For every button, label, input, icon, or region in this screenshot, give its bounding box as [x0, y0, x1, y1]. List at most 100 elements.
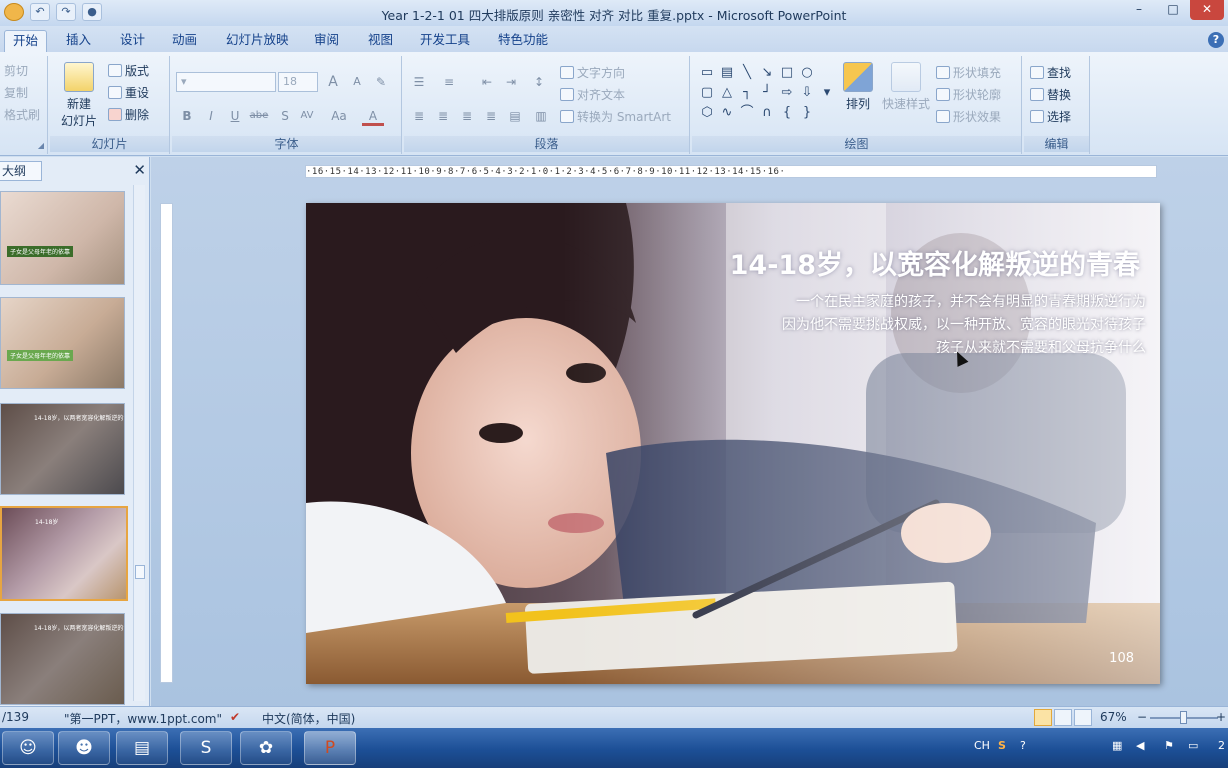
- change-case-button[interactable]: Aa: [328, 106, 350, 126]
- spellcheck-icon[interactable]: ✔: [230, 710, 240, 724]
- reset-button[interactable]: 重设: [108, 84, 149, 101]
- line-spacing-button[interactable]: ↕: [528, 72, 550, 92]
- align-right-button[interactable]: ≣: [456, 106, 478, 126]
- clear-format-button[interactable]: ✎: [370, 72, 392, 92]
- delete-slide-button[interactable]: 删除: [108, 106, 149, 123]
- tab-developer[interactable]: 开发工具: [412, 30, 478, 52]
- zoom-in-button[interactable]: +: [1216, 710, 1226, 724]
- cut-button[interactable]: 剪切: [4, 62, 28, 79]
- smartart-button[interactable]: 转换为 SmartArt: [560, 108, 671, 125]
- slide-thumbnail-selected[interactable]: 14-18岁: [0, 506, 128, 601]
- network-tray-icon[interactable]: ▦: [1112, 739, 1122, 752]
- find-button[interactable]: 查找: [1030, 64, 1071, 81]
- elbow-arrow-shape-icon[interactable]: ┘: [758, 84, 776, 102]
- distribute-button[interactable]: ▤: [504, 106, 526, 126]
- font-family-select[interactable]: ▾: [176, 72, 276, 92]
- align-text-button[interactable]: 对齐文本: [560, 86, 625, 103]
- sogou-tray-icon[interactable]: S: [998, 739, 1006, 752]
- strikethrough-button[interactable]: abe: [248, 106, 270, 126]
- zoom-out-button[interactable]: −: [1137, 710, 1147, 724]
- increase-indent-button[interactable]: ⇥: [500, 72, 522, 92]
- slide-thumbnail[interactable]: 子女是父母年老的依靠: [0, 297, 125, 389]
- normal-view-button[interactable]: [1034, 709, 1052, 726]
- flag-tray-icon[interactable]: ⚑: [1164, 739, 1174, 752]
- close-icon[interactable]: ✕: [133, 161, 146, 179]
- underline-button[interactable]: U: [224, 106, 246, 126]
- tab-animation[interactable]: 动画: [164, 30, 205, 52]
- taskbar-app-qq[interactable]: ☺: [2, 731, 54, 765]
- numbering-button[interactable]: ≡: [438, 72, 460, 92]
- bold-button[interactable]: B: [176, 106, 198, 126]
- new-slide-button[interactable]: 新建 幻灯片: [58, 62, 100, 129]
- slide-body-line[interactable]: 孩子从来就不需要和父母抗争什么: [936, 337, 1146, 357]
- language-indicator[interactable]: 中文(简体，中国): [262, 710, 355, 727]
- tab-insert[interactable]: 插入: [58, 30, 99, 52]
- close-button[interactable]: ✕: [1190, 0, 1224, 20]
- triangle-shape-icon[interactable]: △: [718, 84, 736, 102]
- arrow-line-shape-icon[interactable]: ↘: [758, 64, 776, 82]
- left-brace-shape-icon[interactable]: {: [778, 104, 796, 122]
- zoom-slider-thumb[interactable]: [1180, 711, 1187, 724]
- quick-styles-button[interactable]: 快速样式: [880, 62, 932, 112]
- format-painter-button[interactable]: 格式刷: [4, 106, 40, 123]
- replace-button[interactable]: 替换: [1030, 86, 1071, 103]
- slide-body-line[interactable]: 因为他不需要挑战权威，以一种开放、宽容的眼光对待孩子: [782, 314, 1146, 334]
- slide-canvas[interactable]: 14-18岁，以宽容化解叛逆的青春 一个在民主家庭的孩子，并不会有明显的青春期叛…: [306, 203, 1160, 684]
- text-direction-button[interactable]: 文字方向: [560, 64, 625, 81]
- scrollbar-handle[interactable]: [135, 565, 145, 579]
- slide-thumbnail[interactable]: 14-18岁，以两者宽容化解叛逆的青春: [0, 613, 125, 705]
- shadow-button[interactable]: S: [274, 106, 296, 126]
- shape-fill-button[interactable]: 形状填充: [936, 64, 1001, 81]
- curve-shape-icon[interactable]: ∩: [758, 104, 776, 122]
- char-spacing-button[interactable]: AV: [296, 106, 318, 126]
- slideshow-view-button[interactable]: [1074, 709, 1092, 726]
- desktop-tray-icon[interactable]: ▭: [1188, 739, 1198, 752]
- rounded-rect-shape-icon[interactable]: ▢: [698, 84, 716, 102]
- volume-tray-icon[interactable]: ◀: [1136, 739, 1144, 752]
- right-arrow-shape-icon[interactable]: ⇨: [778, 84, 796, 102]
- thumbnail-scrollbar[interactable]: [133, 185, 145, 701]
- tab-home[interactable]: 开始: [4, 30, 48, 52]
- help-tray-icon[interactable]: ?: [1020, 739, 1026, 752]
- font-size-select[interactable]: 18: [278, 72, 318, 92]
- tab-special[interactable]: 特色功能: [490, 30, 556, 52]
- textbox-shape-icon[interactable]: ▭: [698, 64, 716, 82]
- font-color-button[interactable]: A: [362, 106, 384, 126]
- minimize-button[interactable]: –: [1122, 0, 1156, 20]
- oval-shape-icon[interactable]: ○: [798, 64, 816, 82]
- taskbar-app-powerpoint[interactable]: P: [304, 731, 356, 765]
- rectangle-shape-icon[interactable]: □: [778, 64, 796, 82]
- down-arrow-shape-icon[interactable]: ⇩: [798, 84, 816, 102]
- slide-thumbnail[interactable]: 14-18岁，以两者宽容化解叛逆的青春: [0, 403, 125, 495]
- slide-title[interactable]: 14-18岁，以宽容化解叛逆的青春: [730, 243, 1140, 282]
- elbow-connector-shape-icon[interactable]: ┐: [738, 84, 756, 102]
- layout-button[interactable]: 版式: [108, 62, 149, 79]
- shape-effects-button[interactable]: 形状效果: [936, 108, 1001, 125]
- italic-button[interactable]: I: [200, 106, 222, 126]
- help-icon[interactable]: ?: [1208, 32, 1224, 48]
- ime-indicator[interactable]: CH: [974, 739, 990, 752]
- freeform-shape-icon[interactable]: ∿: [718, 104, 736, 122]
- justify-button[interactable]: ≣: [480, 106, 502, 126]
- slide-body-line[interactable]: 一个在民主家庭的孩子，并不会有明显的青春期叛逆行为: [796, 291, 1146, 311]
- arrange-button[interactable]: 排列: [838, 62, 878, 112]
- tab-design[interactable]: 设计: [112, 30, 153, 52]
- shrink-font-button[interactable]: A: [346, 72, 368, 92]
- right-brace-shape-icon[interactable]: }: [798, 104, 816, 122]
- zoom-level[interactable]: 67%: [1100, 710, 1127, 724]
- align-left-button[interactable]: ≣: [408, 106, 430, 126]
- tab-slideshow[interactable]: 幻灯片放映: [218, 30, 297, 52]
- arc-shape-icon[interactable]: ⌒: [738, 104, 756, 122]
- slide-thumbnail[interactable]: 子女是父母年老的依靠: [0, 191, 125, 285]
- align-center-button[interactable]: ≣: [432, 106, 454, 126]
- vertical-textbox-shape-icon[interactable]: ▤: [718, 64, 736, 82]
- hexagon-shape-icon[interactable]: ⬡: [698, 104, 716, 122]
- tab-outline[interactable]: 大纲: [0, 161, 42, 181]
- shapes-more-icon[interactable]: ▾: [818, 84, 836, 102]
- copy-button[interactable]: 复制: [4, 84, 28, 101]
- line-shape-icon[interactable]: ╲: [738, 64, 756, 82]
- taskbar-app-sogou[interactable]: S: [180, 731, 232, 765]
- maximize-button[interactable]: □: [1156, 0, 1190, 20]
- tab-review[interactable]: 审阅: [306, 30, 347, 52]
- decrease-indent-button[interactable]: ⇤: [476, 72, 498, 92]
